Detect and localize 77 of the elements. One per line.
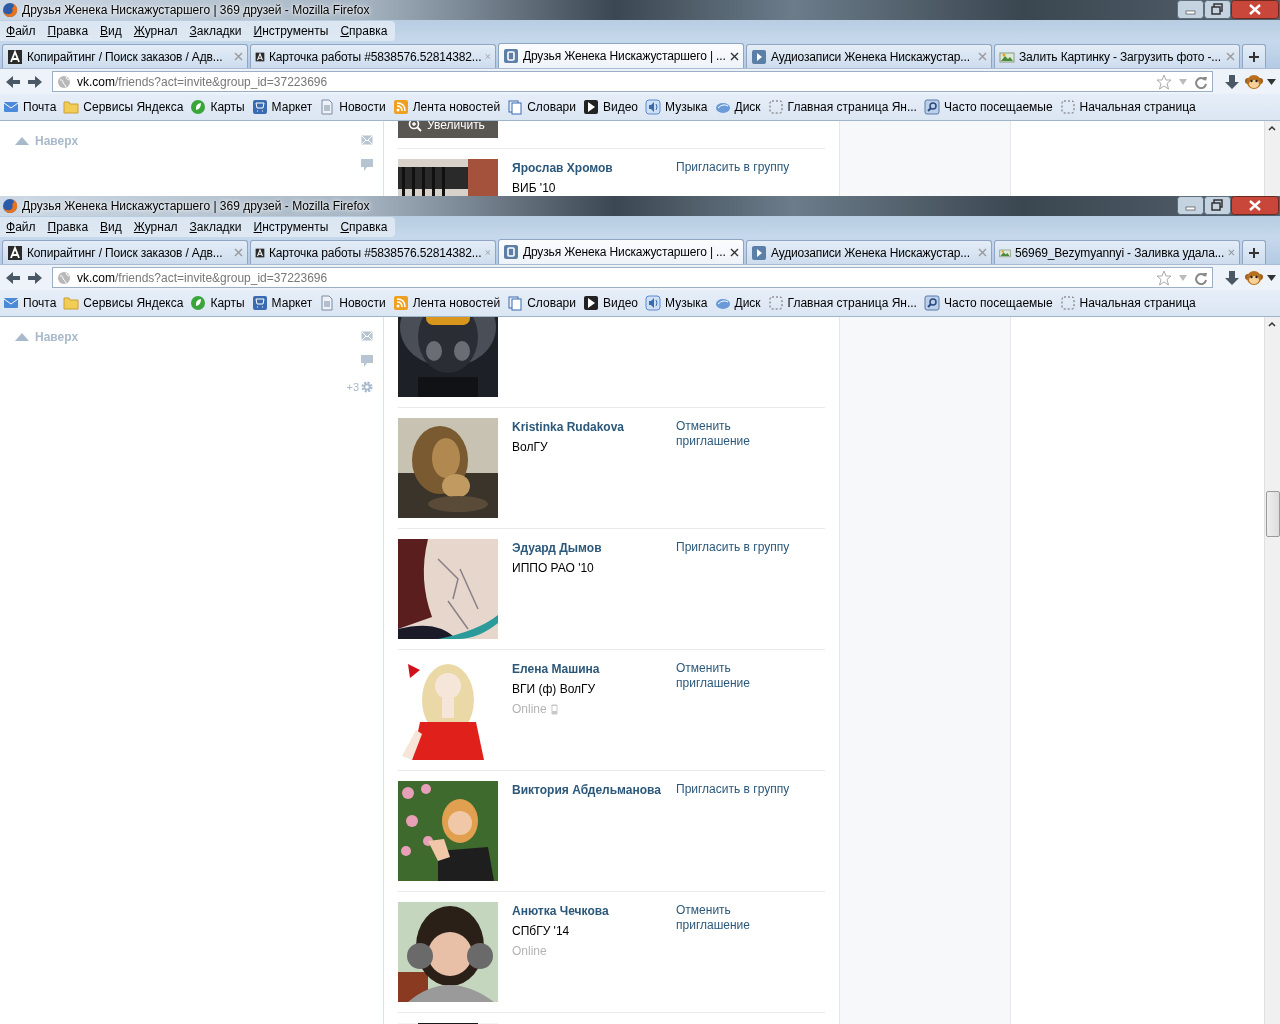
bookmark-item[interactable]: Карты: [190, 99, 248, 115]
friend-university: ВГИ (ф) ВолГУ: [512, 682, 597, 696]
friend-university: СПбГУ '14: [512, 924, 571, 938]
address-field[interactable]: vk.com/friends?act=invite&group_id=37223696: [52, 71, 1213, 92]
bookmark-item[interactable]: Новости: [319, 99, 389, 115]
browser-tab[interactable]: Аудиозаписи Женека Нискажустар...: [746, 44, 992, 68]
bookmark-item[interactable]: Часто посещаемые: [923, 295, 1056, 311]
bookmark-item[interactable]: Начальная страница: [1059, 99, 1199, 115]
bookmark-item[interactable]: Почта: [3, 295, 60, 311]
invite-link[interactable]: Отменить приглашение: [676, 902, 792, 1002]
browser-tab[interactable]: Копирайтинг / Поиск заказов / Адв...: [2, 44, 248, 68]
friend-name[interactable]: Анютка Чечкова: [512, 904, 676, 918]
menu-item[interactable]: Правка: [47, 24, 89, 38]
browser-tab[interactable]: Друзья Женека Нискажустаршего | ...: [498, 239, 744, 264]
browser-tab[interactable]: Залить Картинку - Загрузить фото -...: [994, 44, 1240, 68]
invite-link[interactable]: Отменить приглашение: [676, 418, 792, 518]
browser-tab[interactable]: Карточка работы #5838576.52814382...: [250, 44, 496, 68]
menu-item[interactable]: Инструменты: [253, 220, 329, 234]
browser-tab[interactable]: Копирайтинг / Поиск заказов / Адв...: [2, 240, 248, 264]
menu-item[interactable]: Журнал: [133, 220, 178, 234]
bookmark-item[interactable]: Карты: [190, 295, 248, 311]
friend-name[interactable]: Эдуард Дымов: [512, 541, 676, 555]
friend-name[interactable]: Kristinka Rudakova: [512, 420, 676, 434]
menu-item[interactable]: Справка: [340, 24, 388, 38]
bookmark-item[interactable]: Почта: [3, 99, 60, 115]
menu-item[interactable]: Справка: [340, 220, 388, 234]
url-text: vk.com/friends?act=invite&group_id=37223696: [77, 74, 328, 89]
bookmark-item[interactable]: Маркет: [251, 295, 316, 311]
bookmark-item[interactable]: Сервисы Яндекса: [63, 295, 187, 311]
friend-university: ВолГУ: [512, 440, 549, 454]
friend-university: ИППО РАО '10: [512, 561, 595, 575]
friend-name[interactable]: Елена Машина: [512, 662, 676, 676]
menu-item[interactable]: Инструменты: [253, 24, 329, 38]
bookmark-item[interactable]: Главная страница Ян...: [767, 99, 920, 115]
invite-link[interactable]: Пригласить в группу: [676, 539, 792, 639]
bookmark-item[interactable]: Музыка: [645, 295, 711, 311]
browser-tab[interactable]: Карточка работы #5838576.52814382...: [250, 240, 496, 264]
bookmark-item[interactable]: Музыка: [645, 99, 711, 115]
menu-item[interactable]: Файл: [6, 24, 36, 38]
bookmark-item[interactable]: Видео: [583, 99, 642, 115]
zoom-button[interactable]: Увеличить: [398, 121, 498, 138]
bookmark-item[interactable]: Новости: [319, 295, 389, 311]
online-status: Online: [512, 702, 547, 716]
bookmark-item[interactable]: Видео: [583, 295, 642, 311]
bookmark-item[interactable]: Лента новостей: [392, 99, 504, 115]
bookmark-item[interactable]: Словари: [507, 295, 579, 311]
bookmark-item[interactable]: Диск: [714, 99, 764, 115]
menu-item[interactable]: Правка: [47, 220, 89, 234]
invite-link[interactable]: Пригласить в группу: [676, 781, 792, 881]
menu-item[interactable]: Вид: [100, 24, 122, 38]
bookmark-item[interactable]: Часто посещаемые: [923, 99, 1056, 115]
settings-counter: +3: [346, 381, 359, 393]
invite-link[interactable]: Отменить приглашение: [676, 660, 792, 760]
invite-link[interactable]: Пригласить в группу: [676, 159, 792, 196]
bookmark-item[interactable]: Словари: [507, 99, 579, 115]
bookmark-item[interactable]: Диск: [714, 295, 764, 311]
bookmark-item[interactable]: Начальная страница: [1059, 295, 1199, 311]
url-text: vk.com/friends?act=invite&group_id=37223696: [77, 270, 328, 285]
bookmark-item[interactable]: Лента новостей: [392, 295, 504, 311]
friend-name[interactable]: Ярослав Хромов: [512, 161, 676, 175]
menu-item[interactable]: Закладки: [189, 220, 242, 234]
browser-tab[interactable]: 56969_Bezymyannyi - Заливка удала...: [994, 240, 1240, 264]
browser-tab[interactable]: Аудиозаписи Женека Нискажустар...: [746, 240, 992, 264]
bookmark-item[interactable]: Маркет: [251, 99, 316, 115]
bookmark-item[interactable]: Сервисы Яндекса: [63, 99, 187, 115]
friend-name[interactable]: Виктория Абдельманова: [512, 783, 676, 797]
bookmark-item[interactable]: Главная страница Ян...: [767, 295, 920, 311]
menu-item[interactable]: Закладки: [189, 24, 242, 38]
address-field[interactable]: vk.com/friends?act=invite&group_id=37223696: [52, 267, 1213, 288]
friend-university: ВИБ '10: [512, 181, 557, 195]
menu-item[interactable]: Вид: [100, 220, 122, 234]
menu-item[interactable]: Файл: [6, 220, 36, 234]
online-status: Online: [512, 944, 547, 958]
window-title: Друзья Женека Нискажустаршего | 369 друзей - Mozilla Firefox: [22, 199, 370, 213]
menu-item[interactable]: Журнал: [133, 24, 178, 38]
window-title: Друзья Женека Нискажустаршего | 369 друзей - Mozilla Firefox: [22, 3, 370, 17]
browser-tab[interactable]: Друзья Женека Нискажустаршего | ...: [498, 43, 744, 68]
